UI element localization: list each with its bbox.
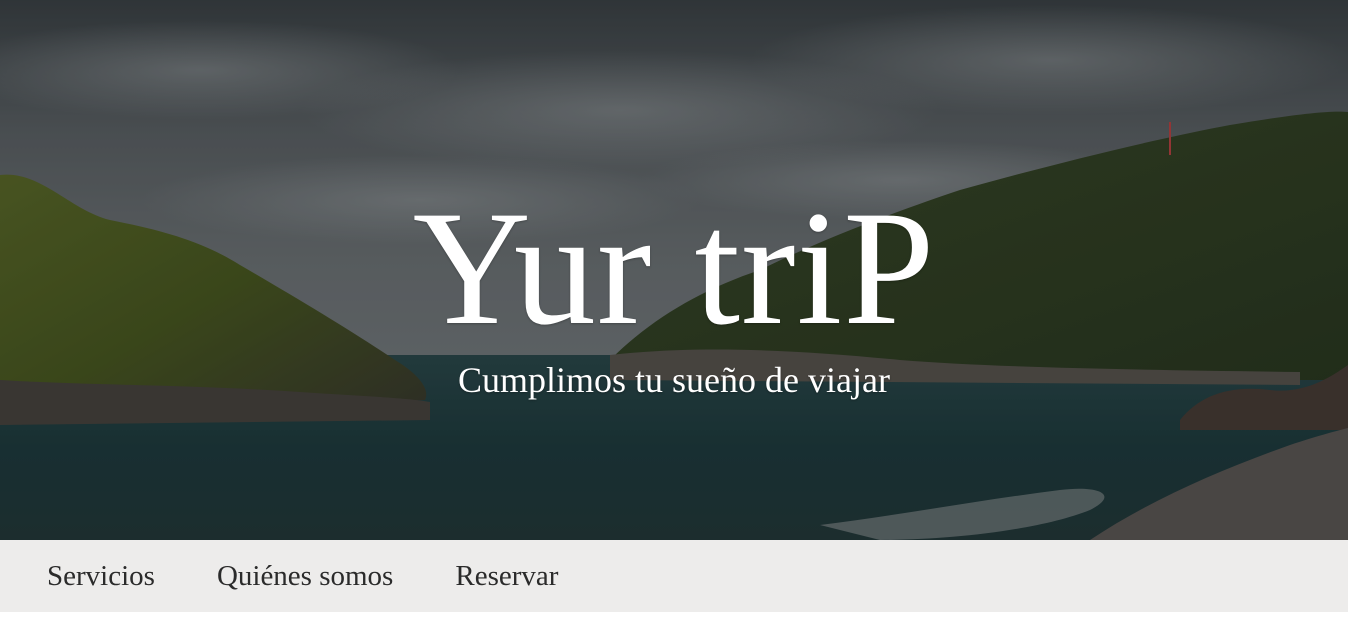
nav-link-quienes-somos[interactable]: Quiénes somos bbox=[217, 560, 393, 592]
nav-item-quienes-somos: Quiénes somos bbox=[217, 540, 393, 612]
nav-list: Servicios Quiénes somos Reservar bbox=[0, 540, 1348, 612]
site-title: Yur triP bbox=[412, 178, 936, 359]
nav-item-reservar: Reservar bbox=[455, 540, 558, 612]
site-tagline: Cumplimos tu sueño de viajar bbox=[458, 360, 890, 400]
nav-link-servicios[interactable]: Servicios bbox=[47, 560, 155, 592]
main-navigation: Servicios Quiénes somos Reservar bbox=[0, 540, 1348, 612]
hero-banner: Yur triP Cumplimos tu sueño de viajar bbox=[0, 0, 1348, 540]
nav-link-reservar[interactable]: Reservar bbox=[455, 560, 558, 592]
nav-item-servicios: Servicios bbox=[47, 540, 155, 612]
